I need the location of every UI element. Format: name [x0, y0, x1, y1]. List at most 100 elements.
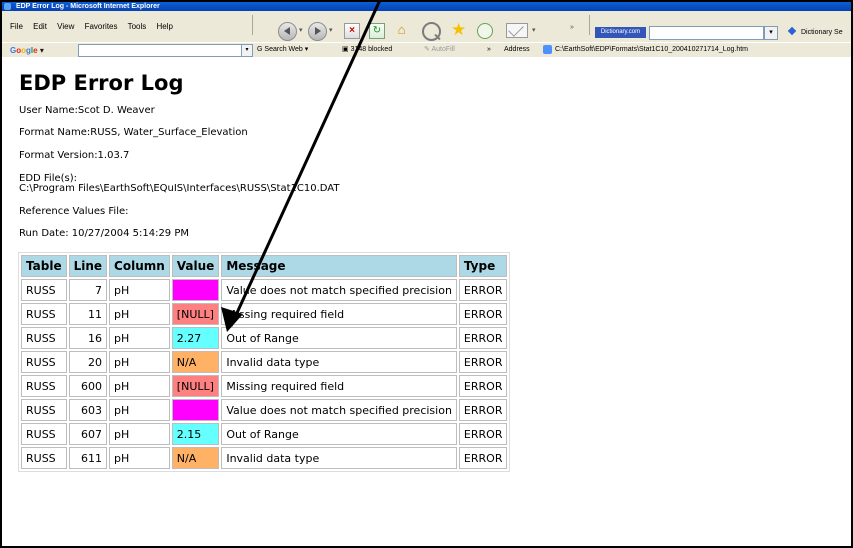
row-line: 611: [68, 447, 108, 469]
row-type: ERROR: [458, 399, 508, 421]
row-column: pH: [109, 375, 170, 397]
table-header-row: Table Line Column Value Message Type: [21, 255, 508, 277]
row-message: Value does not match specified precision: [221, 399, 457, 421]
popup-blocker-icon: ▣: [342, 46, 349, 53]
row-column: pH: [109, 447, 170, 469]
table-row: RUSS 7 pH 8.275 Value does not match spe…: [21, 279, 508, 301]
menu-favorites[interactable]: Favorites: [85, 22, 118, 31]
row-message: Invalid data type: [221, 351, 457, 373]
row-table: RUSS: [21, 399, 67, 421]
row-column: pH: [109, 351, 170, 373]
address-field[interactable]: C:\EarthSoft\EDP\Formats\Stat1C10_200410…: [555, 43, 849, 57]
row-line: 20: [68, 351, 108, 373]
error-table: Table Line Column Value Message Type RUS…: [18, 252, 511, 472]
dictionary-dropdown-icon[interactable]: ▾: [764, 26, 778, 40]
row-value: N/A: [171, 351, 220, 373]
refresh-icon[interactable]: ↻: [369, 23, 385, 39]
forward-icon[interactable]: [308, 22, 327, 41]
format-name-text: Format Name:RUSS, Water_Surface_Elevatio…: [19, 127, 248, 138]
row-message: Missing required field: [221, 375, 457, 397]
google-search-input[interactable]: [78, 44, 242, 57]
edd-files-value: C:\Program Files\EarthSoft\EQuIS\Interfa…: [19, 183, 340, 194]
title-bar: EDP Error Log - Microsoft Internet Explo…: [2, 2, 851, 11]
row-table: RUSS: [21, 447, 67, 469]
format-version-text: Format Version:1.03.7: [19, 150, 130, 161]
internet-explorer-icon: [4, 3, 11, 10]
row-type: ERROR: [458, 303, 508, 325]
menu-bar: File Edit View Favorites Tools Help: [10, 22, 181, 31]
dictionary-search-input[interactable]: [649, 26, 764, 40]
google-logo[interactable]: Google ▾: [10, 44, 44, 58]
row-message: Invalid data type: [221, 447, 457, 469]
page-icon: [543, 45, 552, 54]
dictionary-logo[interactable]: Dictionary.com: [595, 27, 646, 38]
menu-tools[interactable]: Tools: [128, 22, 147, 31]
row-value: N/A: [171, 447, 220, 469]
header-value: Value: [171, 255, 220, 277]
table-row: RUSS 600 pH [NULL] Missing required fiel…: [21, 375, 508, 397]
back-icon[interactable]: [278, 22, 297, 41]
row-value: [NULL]: [171, 375, 220, 397]
header-table: Table: [21, 255, 67, 277]
row-table: RUSS: [21, 351, 67, 373]
address-label: Address: [504, 46, 530, 53]
toolbar-overflow-icon[interactable]: »: [570, 24, 574, 31]
row-value: 8.158: [171, 399, 220, 421]
row-line: 7: [68, 279, 108, 301]
stop-icon[interactable]: ×: [344, 23, 360, 39]
row-type: ERROR: [458, 375, 508, 397]
back-dropdown-icon[interactable]: ▾: [299, 26, 303, 34]
header-line: Line: [68, 255, 108, 277]
browser-window: EDP Error Log - Microsoft Internet Explo…: [0, 0, 853, 548]
search-icon[interactable]: [422, 22, 441, 41]
search-web-button[interactable]: G Search Web ▾: [257, 43, 308, 57]
row-line: 600: [68, 375, 108, 397]
run-date-text: Run Date: 10/27/2004 5:14:29 PM: [19, 228, 190, 239]
table-row: RUSS 603 pH 8.158 Value does not match s…: [21, 399, 508, 421]
row-table: RUSS: [21, 303, 67, 325]
popup-blocker-button[interactable]: ▣ 3148 blocked: [342, 43, 392, 57]
menu-edit[interactable]: Edit: [33, 22, 47, 31]
table-row: RUSS 16 pH 2.27 Out of Range ERROR: [21, 327, 508, 349]
table-row: RUSS 611 pH N/A Invalid data type ERROR: [21, 447, 508, 469]
autofill-button[interactable]: ✎ AutoFill: [424, 43, 455, 57]
page-title: EDP Error Log: [19, 71, 184, 95]
mail-dropdown-icon[interactable]: ▾: [532, 26, 536, 34]
row-type: ERROR: [458, 351, 508, 373]
mail-icon[interactable]: [506, 23, 528, 38]
row-type: ERROR: [458, 279, 508, 301]
table-row: RUSS 20 pH N/A Invalid data type ERROR: [21, 351, 508, 373]
dictionary-search-label: Dictionary Se: [800, 29, 843, 36]
google-toolbar: Google ▾ ▾ G Search Web ▾ ▣ 3148 blocked…: [2, 42, 851, 58]
dictionary-search-button[interactable]: Dictionary Se: [787, 26, 851, 39]
row-line: 607: [68, 423, 108, 445]
row-type: ERROR: [458, 423, 508, 445]
window-title: EDP Error Log - Microsoft Internet Explo…: [15, 3, 160, 10]
google-toolbar-more-button[interactable]: »: [487, 43, 491, 57]
user-name-text: User Name:Scot D. Weaver: [19, 105, 155, 116]
home-icon[interactable]: ⌂: [394, 23, 409, 37]
favorites-star-icon[interactable]: ★: [451, 21, 466, 38]
row-type: ERROR: [458, 447, 508, 469]
history-icon[interactable]: [477, 23, 493, 39]
row-table: RUSS: [21, 423, 67, 445]
google-search-dropdown-icon[interactable]: ▾: [241, 44, 253, 57]
menu-view[interactable]: View: [57, 22, 74, 31]
dictionary-search-icon: [787, 26, 797, 36]
row-line: 603: [68, 399, 108, 421]
toolbar-separator: [252, 15, 253, 35]
row-table: RUSS: [21, 279, 67, 301]
row-message: Out of Range: [221, 327, 457, 349]
row-message: Out of Range: [221, 423, 457, 445]
page-content: EDP Error Log User Name:Scot D. Weaver F…: [2, 57, 851, 546]
header-message: Message: [221, 255, 457, 277]
row-table: RUSS: [21, 375, 67, 397]
search-web-dropdown-icon: ▾: [304, 46, 309, 53]
row-column: pH: [109, 327, 170, 349]
row-type: ERROR: [458, 327, 508, 349]
ie-toolbar: File Edit View Favorites Tools Help ▾ ▾ …: [2, 11, 851, 43]
menu-file[interactable]: File: [10, 22, 23, 31]
menu-help[interactable]: Help: [157, 22, 173, 31]
table-row: RUSS 11 pH [NULL] Missing required field…: [21, 303, 508, 325]
forward-dropdown-icon[interactable]: ▾: [329, 26, 333, 34]
